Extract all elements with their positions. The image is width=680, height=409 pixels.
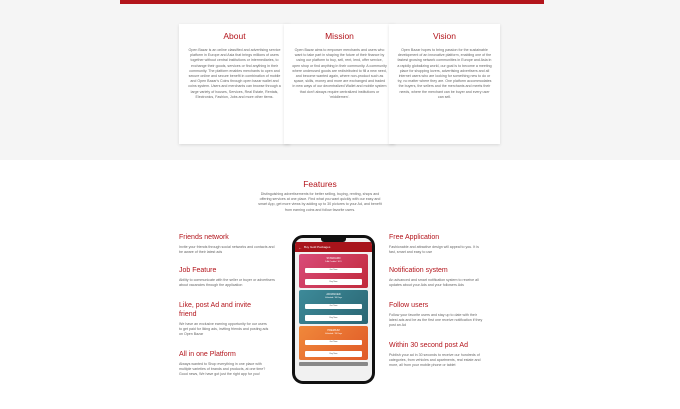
phone-mockup: ← Buy Gold Packages STANDARD 5 Ad Credit… <box>292 235 375 384</box>
mission-text: Open Bazar aims to empower merchants and… <box>292 48 387 99</box>
feature-text: Fashionable and attractive design will a… <box>389 245 479 255</box>
feature-text: Follow your favorite users and stay up t… <box>389 313 483 328</box>
vision-card: Vision Open Bazar hopes to bring passion… <box>389 24 500 144</box>
package-price: Get Now <box>305 304 362 309</box>
feature-text: We have an exclusive earning opportunity… <box>179 322 269 337</box>
mission-title: Mission <box>325 31 354 41</box>
app-bar: ← Buy Gold Packages <box>295 242 372 252</box>
package-buy-button[interactable]: Buy Now <box>305 351 362 357</box>
feature-title: Follow users <box>389 302 429 309</box>
vision-title: Vision <box>433 31 456 41</box>
phone-notch <box>321 238 346 242</box>
feature-follow-users: Follow users Follow your favorite users … <box>389 301 485 329</box>
feature-text: Publish your ad in 30 seconds to receive… <box>389 353 481 368</box>
feature-text: Invite your friends through social netwo… <box>179 245 275 255</box>
features-title: Features <box>303 179 337 189</box>
about-text: Open Bazar is an online classified and a… <box>188 48 281 99</box>
package-card-premium[interactable]: PREMIUM Unlimited / 90 Days Get Now Buy … <box>299 326 368 360</box>
package-card-partial <box>299 362 368 366</box>
feature-title: All in one Platform <box>179 351 236 358</box>
about-title: About <box>223 31 246 41</box>
package-name: STANDARD <box>326 257 341 260</box>
feature-like-post-invite: Like, post Ad and invite friend We have … <box>179 301 269 338</box>
feature-title: Free Application <box>389 234 440 241</box>
feature-title: Within 30 second post Ad <box>389 342 468 349</box>
feature-title: Like, post Ad and invite friend <box>179 302 251 318</box>
package-name: ADVANCED <box>326 293 341 296</box>
feature-notification-system: Notification system An advanced and smar… <box>389 266 485 288</box>
feature-text: Always wanted to Shop everything in one … <box>179 362 266 377</box>
package-desc: Unlimited / 90 Days <box>324 333 343 335</box>
package-buy-button[interactable]: Buy Now <box>305 279 362 285</box>
package-price: Get Now <box>305 340 362 345</box>
mission-card: Mission Open Bazar aims to empower merch… <box>284 24 395 144</box>
feature-friends-network: Friends network Invite your friends thro… <box>179 233 275 255</box>
about-card: About Open Bazar is an online classified… <box>179 24 290 144</box>
package-name: PREMIUM <box>327 329 340 332</box>
accent-bar <box>120 0 544 4</box>
phone-screen: ← Buy Gold Packages STANDARD 5 Ad Credit… <box>295 238 372 381</box>
package-card-standard[interactable]: STANDARD 5 Ad Credits / 30 D Get Now Buy… <box>299 254 368 288</box>
feature-title: Notification system <box>389 267 448 274</box>
feature-title: Job Feature <box>179 267 217 274</box>
features-intro: Distinguishing advertisements for better… <box>258 192 382 212</box>
feature-title: Friends network <box>179 234 229 241</box>
package-buy-button[interactable]: Buy Now <box>305 315 362 321</box>
app-bar-title: Buy Gold Packages <box>304 245 331 249</box>
package-price: Get Now <box>305 268 362 273</box>
feature-all-in-one: All in one Platform Always wanted to Sho… <box>179 350 275 378</box>
page: About Open Bazar is an online classified… <box>0 0 680 409</box>
feature-text: An advanced and smart notification syste… <box>389 278 479 288</box>
feature-text: Ability to communicate with the seller o… <box>179 278 275 288</box>
package-desc: Unlimited / 60 Days <box>324 297 343 299</box>
back-arrow-icon: ← <box>298 244 302 250</box>
vision-text: Open Bazar hopes to bring passion for th… <box>397 48 492 99</box>
feature-job: Job Feature Ability to communicate with … <box>179 266 275 288</box>
feature-free-application: Free Application Fashionable and attract… <box>389 233 485 255</box>
package-card-advanced[interactable]: ADVANCED Unlimited / 60 Days Get Now Buy… <box>299 290 368 324</box>
package-desc: 5 Ad Credits / 30 D <box>325 261 342 263</box>
feature-post-ad-30-seconds: Within 30 second post Ad Publish your ad… <box>389 341 485 369</box>
